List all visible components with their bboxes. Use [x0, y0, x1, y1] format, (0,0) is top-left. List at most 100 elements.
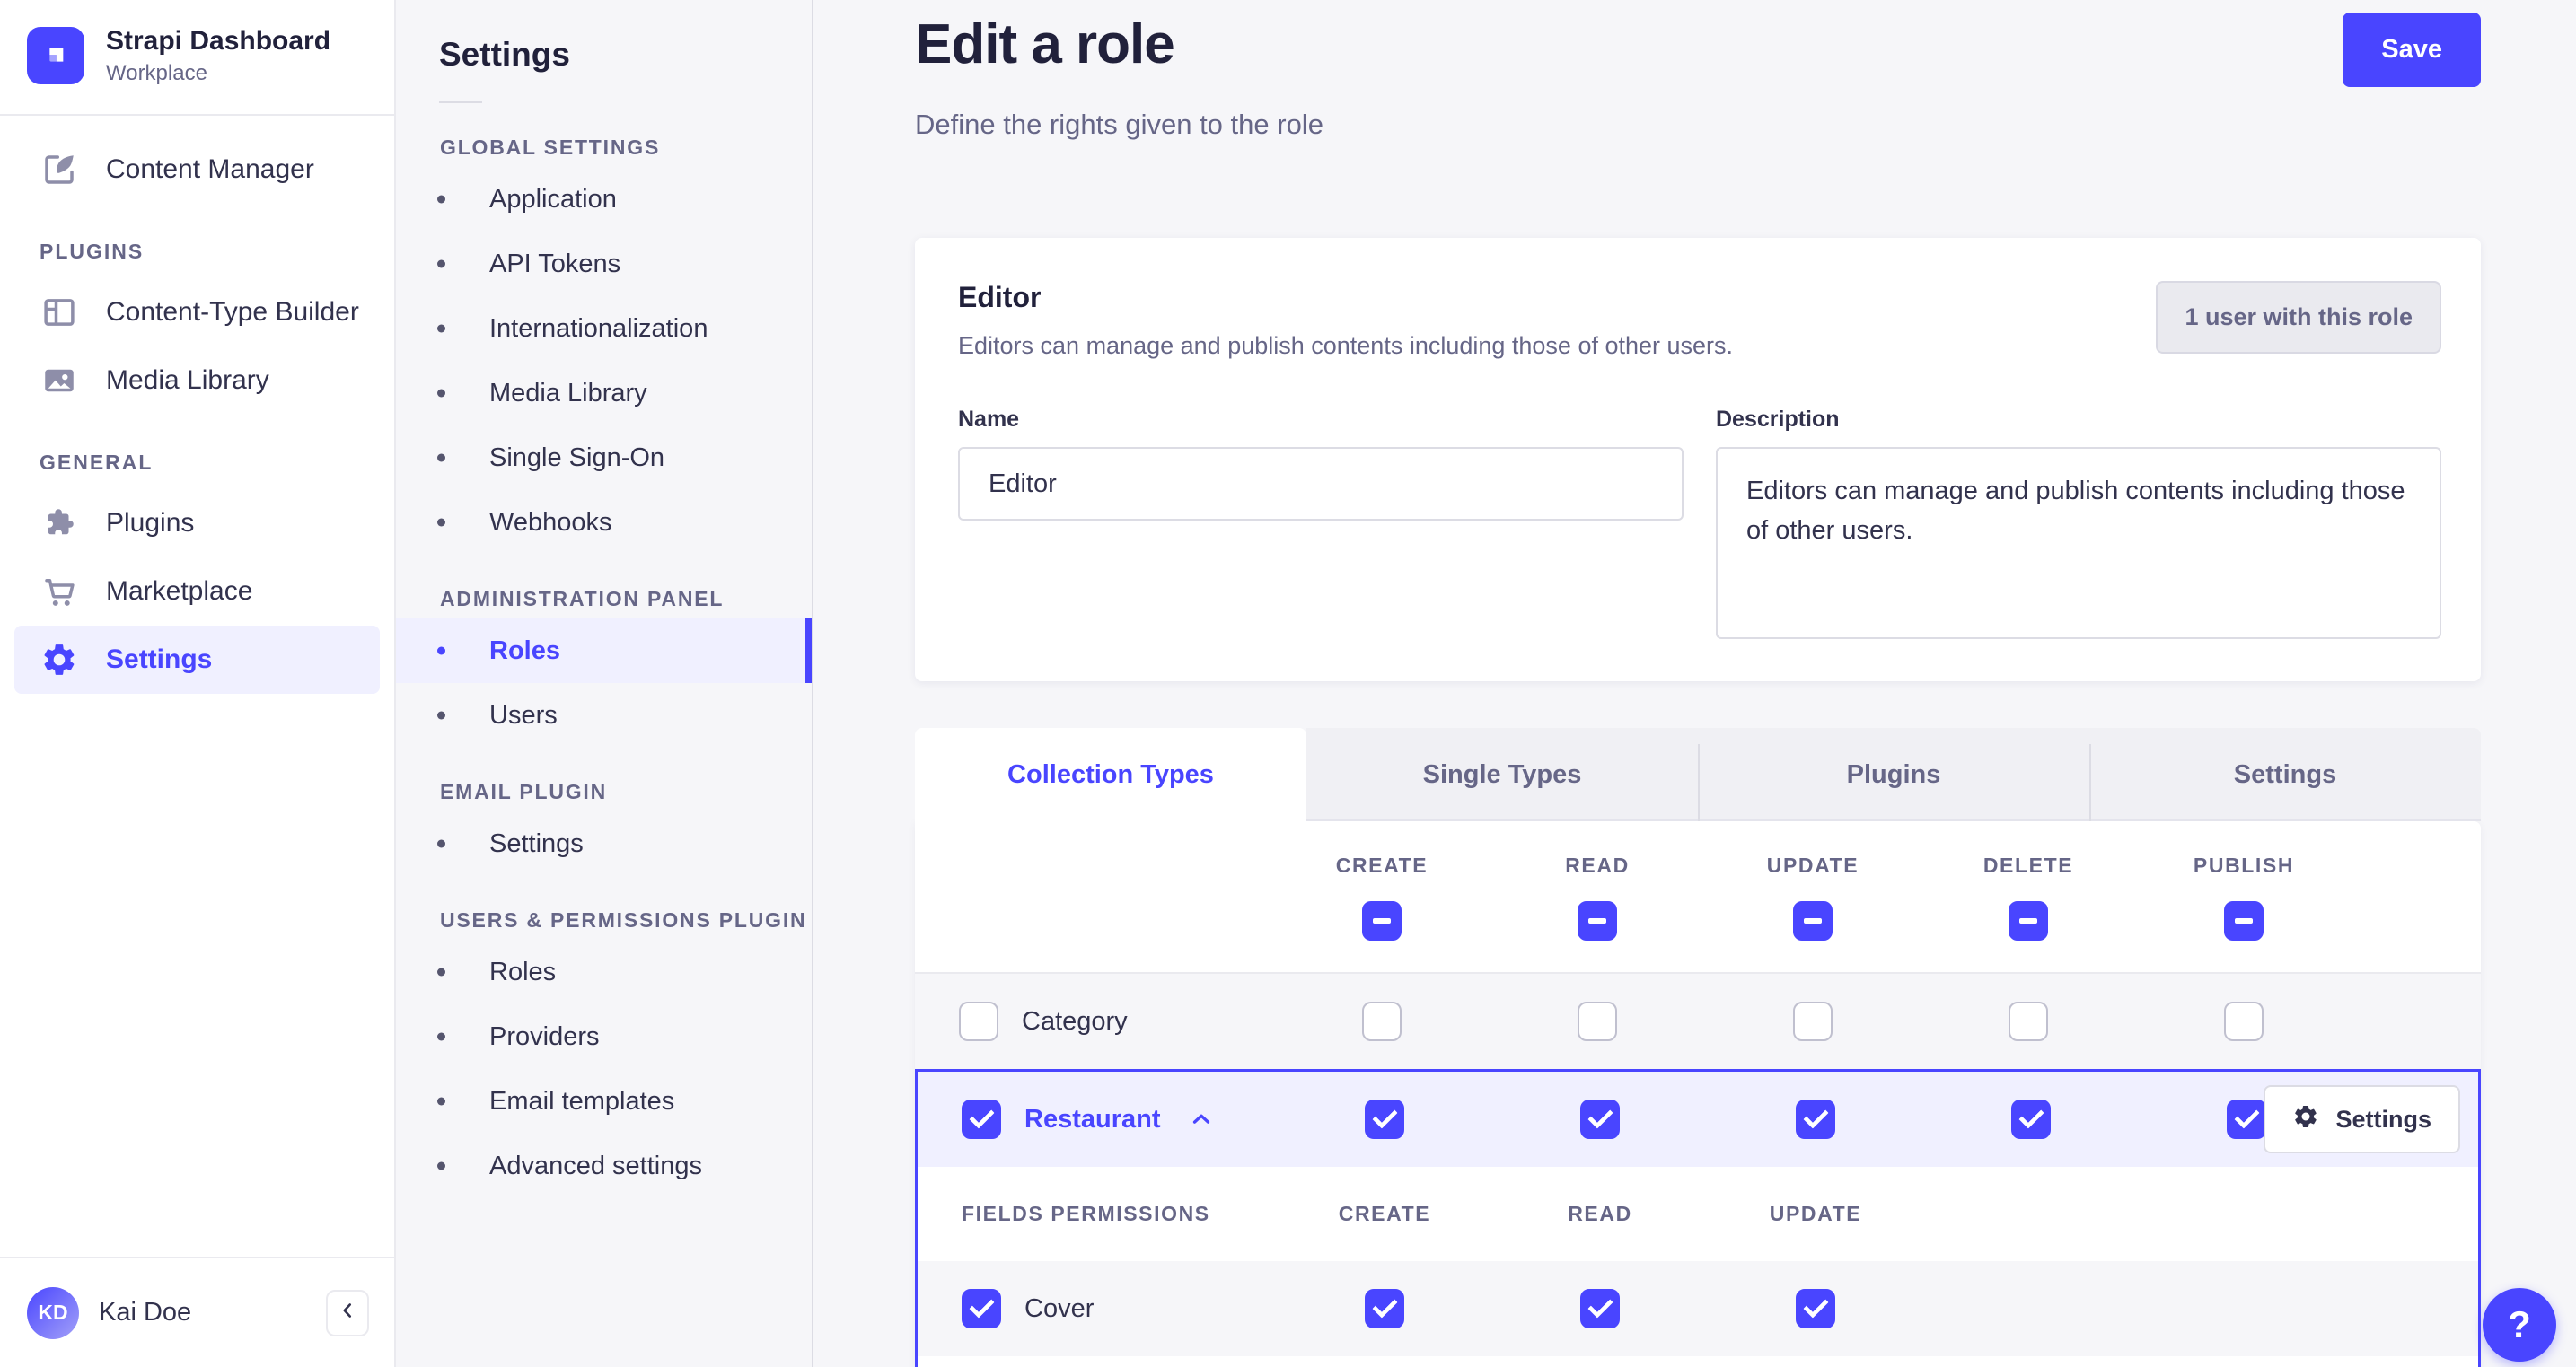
subnav-divider — [439, 101, 482, 103]
restaurant-update-checkbox[interactable] — [1796, 1100, 1835, 1139]
feather-edit-icon — [40, 150, 79, 189]
restaurant-create-checkbox[interactable] — [1365, 1100, 1404, 1139]
restaurant-expanded-section: Restaurant Settings FIELDS PERMISSIONS C… — [915, 1069, 2481, 1367]
subnav-item-email-settings[interactable]: Settings — [396, 811, 812, 876]
cover-read-checkbox[interactable] — [1580, 1289, 1620, 1328]
main-sidebar: Strapi Dashboard Workplace Content Manag… — [0, 0, 396, 1367]
subnav-item-single-sign-on[interactable]: Single Sign-On — [396, 425, 812, 490]
subnav-item-label: API Tokens — [489, 249, 621, 278]
column-header-publish: PUBLISH — [2193, 853, 2295, 877]
chevron-left-icon — [336, 1299, 359, 1327]
restaurant-row-checkbox[interactable] — [962, 1100, 1001, 1139]
subnav-title: Settings — [439, 36, 570, 73]
subnav-item-admin-roles[interactable]: Roles — [396, 618, 812, 683]
gear-icon — [2292, 1103, 2319, 1136]
restaurant-publish-checkbox[interactable] — [2227, 1100, 2266, 1139]
row-label[interactable]: Restaurant — [1024, 1105, 1161, 1135]
category-create-checkbox[interactable] — [1362, 1002, 1402, 1041]
sidebar-item-label: Settings — [106, 644, 213, 674]
subnav-item-admin-users[interactable]: Users — [396, 683, 812, 748]
select-all-delete-checkbox[interactable] — [2009, 900, 2048, 941]
subnav-item-media-library[interactable]: Media Library — [396, 361, 812, 425]
main-nav: Content Manager PLUGINS Content-Type Bui… — [0, 116, 394, 1257]
permissions-header-row: CREATE READ UPDATE DELETE PUBLISH — [915, 821, 2481, 974]
name-field-label: Name — [958, 407, 1020, 432]
sidebar-item-media-library[interactable]: Media Library — [14, 346, 380, 415]
subnav-item-up-roles[interactable]: Roles — [396, 940, 812, 1004]
description-textarea[interactable]: Editors can manage and publish contents … — [1716, 447, 2441, 639]
row-label[interactable]: Cover — [1024, 1294, 1094, 1324]
sidebar-item-settings[interactable]: Settings — [14, 625, 380, 694]
category-publish-checkbox[interactable] — [2224, 1002, 2264, 1041]
restaurant-settings-button[interactable]: Settings — [2264, 1085, 2460, 1153]
help-button[interactable]: ? — [2483, 1288, 2556, 1362]
restaurant-read-checkbox[interactable] — [1580, 1100, 1620, 1139]
tab-collection-types[interactable]: Collection Types — [915, 728, 1306, 821]
column-header-update: UPDATE — [1766, 853, 1859, 877]
restaurant-delete-checkbox[interactable] — [2011, 1100, 2051, 1139]
nav-section-general: GENERAL — [40, 450, 154, 474]
collapse-sidebar-button[interactable] — [326, 1289, 369, 1336]
fields-permissions-header: FIELDS PERMISSIONS CREATE READ UPDATE — [918, 1167, 2478, 1261]
fields-column-update: UPDATE — [1769, 1202, 1862, 1225]
column-header-create: CREATE — [1335, 853, 1429, 877]
strapi-logo-icon — [27, 27, 84, 85]
chevron-up-icon[interactable] — [1188, 1106, 1215, 1133]
name-input[interactable] — [958, 447, 1684, 521]
category-delete-checkbox[interactable] — [2009, 1002, 2048, 1041]
select-all-publish-checkbox[interactable] — [2224, 900, 2264, 941]
user-name: Kai Doe — [99, 1298, 192, 1327]
nav-section-plugins: PLUGINS — [40, 239, 145, 263]
sidebar-item-plugins[interactable]: Plugins — [14, 489, 380, 557]
avatar[interactable]: KD — [27, 1286, 79, 1339]
sidebar-item-content-type-builder[interactable]: Content-Type Builder — [14, 278, 380, 346]
subnav-section-global-settings: GLOBAL SETTINGS — [440, 136, 661, 159]
fields-column-create: CREATE — [1338, 1202, 1431, 1225]
table-row-name: Name — [918, 1356, 2478, 1367]
category-update-checkbox[interactable] — [1793, 1002, 1833, 1041]
subnav-item-label: Settings — [489, 828, 584, 858]
select-all-read-checkbox[interactable] — [1578, 900, 1617, 941]
subnav-item-up-providers[interactable]: Providers — [396, 1004, 812, 1069]
subnav-item-up-email-templates[interactable]: Email templates — [396, 1069, 812, 1134]
sidebar-item-label: Content-Type Builder — [106, 296, 359, 327]
select-all-update-checkbox[interactable] — [1793, 900, 1833, 941]
brand[interactable]: Strapi Dashboard Workplace — [0, 0, 394, 116]
brand-name: Strapi Dashboard — [106, 26, 331, 56]
sidebar-item-label: Plugins — [106, 507, 195, 538]
table-row-cover: Cover — [918, 1261, 2478, 1356]
permissions-panel: Collection Types Single Types Plugins Se… — [915, 728, 2481, 1367]
row-label[interactable]: Category — [1022, 1007, 1128, 1037]
subnav-item-api-tokens[interactable]: API Tokens — [396, 232, 812, 296]
table-row-restaurant: Restaurant Settings — [918, 1072, 2478, 1167]
role-name-heading: Editor — [958, 281, 1042, 313]
tab-plugins[interactable]: Plugins — [1698, 728, 2089, 821]
settings-button-label: Settings — [2335, 1105, 2431, 1133]
subnav-item-webhooks[interactable]: Webhooks — [396, 490, 812, 555]
cover-create-checkbox[interactable] — [1365, 1289, 1404, 1328]
subnav-item-up-advanced-settings[interactable]: Advanced settings — [396, 1134, 812, 1198]
settings-subnav: Settings GLOBAL SETTINGS Application API… — [396, 0, 813, 1367]
subnav-item-label: Providers — [489, 1021, 600, 1051]
column-header-delete: DELETE — [1983, 853, 2074, 877]
subnav-item-label: Single Sign-On — [489, 443, 665, 472]
subnav-item-label: Roles — [489, 957, 557, 986]
users-with-role-button[interactable]: 1 user with this role — [2156, 281, 2441, 354]
select-all-create-checkbox[interactable] — [1362, 900, 1402, 941]
page-title: Edit a role — [915, 13, 1175, 75]
puzzle-icon — [40, 504, 79, 543]
sidebar-item-content-manager[interactable]: Content Manager — [14, 136, 380, 204]
save-button[interactable]: Save — [2343, 13, 2481, 87]
cover-update-checkbox[interactable] — [1796, 1289, 1835, 1328]
category-read-checkbox[interactable] — [1578, 1002, 1617, 1041]
sidebar-item-marketplace[interactable]: Marketplace — [14, 557, 380, 626]
tab-settings[interactable]: Settings — [2089, 728, 2481, 821]
category-row-checkbox[interactable] — [959, 1002, 998, 1041]
subnav-item-internationalization[interactable]: Internationalization — [396, 296, 812, 361]
fields-permissions-title: FIELDS PERMISSIONS — [962, 1202, 1210, 1225]
brand-workspace: Workplace — [106, 61, 207, 85]
cover-row-checkbox[interactable] — [962, 1289, 1001, 1328]
tab-single-types[interactable]: Single Types — [1306, 728, 1698, 821]
gear-icon — [40, 640, 79, 679]
subnav-item-application[interactable]: Application — [396, 167, 812, 232]
